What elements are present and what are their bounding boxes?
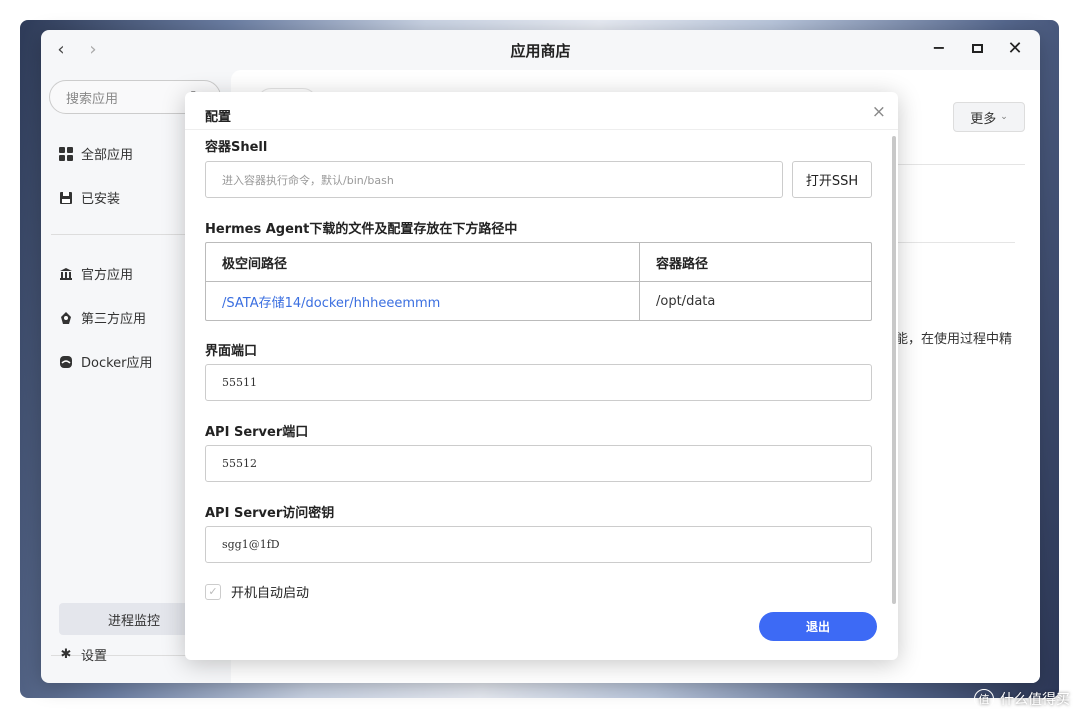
search-placeholder: 搜索应用: [66, 91, 119, 107]
sidebar-item-label: 官方应用: [81, 268, 134, 283]
api-port-label: API Server端口: [205, 425, 309, 440]
close-icon[interactable]: ✕: [1004, 38, 1026, 59]
header-host-path: 极空间路径: [206, 243, 640, 281]
sidebar-item-label: 已安装: [81, 192, 121, 207]
window-title: 应用商店: [510, 41, 571, 60]
description-text: 能，在使用过程中精: [895, 332, 1013, 347]
main-divider: [895, 164, 1025, 165]
shell-command-input[interactable]: 进入容器执行命令，默认/bin/bash: [205, 161, 783, 198]
header-container-path: 容器路径: [656, 256, 709, 272]
watermark-text: 什么值得买: [1000, 692, 1070, 708]
table-row: /SATA存储14/docker/hhheeemmm /opt/data: [206, 282, 871, 321]
bank-icon: [59, 267, 73, 281]
shell-label: 容器Shell: [205, 140, 268, 155]
api-port-input[interactable]: 55512: [205, 445, 872, 482]
more-button[interactable]: 更多 ⌄: [953, 102, 1025, 132]
sidebar-item-label: Docker应用: [81, 356, 153, 371]
forward-icon[interactable]: ›: [83, 39, 103, 60]
sidebar-item-label: 设置: [81, 649, 108, 664]
watermark: 值 什么值得买: [974, 689, 1070, 709]
exit-button[interactable]: 退出: [759, 612, 877, 641]
grid-icon: [59, 146, 73, 161]
autostart-label: 开机自动启动: [231, 586, 310, 601]
dialog-header: 配置 ×: [185, 92, 898, 130]
watermark-logo-icon: 值: [974, 689, 994, 709]
sidebar-item-third-party[interactable]: 第三方应用: [59, 308, 146, 327]
sidebar-item-installed[interactable]: 已安装: [59, 188, 120, 207]
gear-icon: ✱: [60, 647, 72, 662]
chevron-down-icon: ⌄: [1000, 112, 1008, 122]
more-label: 更多: [970, 111, 997, 127]
autostart-checkbox[interactable]: ✓: [205, 583, 221, 600]
ui-port-input[interactable]: 55511: [205, 364, 872, 401]
dialog-scrollbar[interactable]: [892, 136, 896, 604]
ui-port-label: 界面端口: [205, 344, 258, 359]
docker-icon: [59, 355, 73, 369]
autostart-row[interactable]: ✓ 开机自动启动: [205, 582, 309, 601]
dialog-title: 配置: [205, 110, 232, 125]
storage-label: Hermes Agent下载的文件及配置存放在下方路径中: [205, 222, 518, 237]
sidebar-item-settings[interactable]: ✱ 设置: [59, 645, 107, 664]
open-ssh-button[interactable]: 打开SSH: [792, 161, 872, 198]
sidebar-item-all-apps[interactable]: 全部应用: [59, 144, 133, 163]
back-icon[interactable]: ‹: [51, 39, 71, 60]
save-icon: [59, 191, 73, 205]
maximize-icon[interactable]: [966, 38, 988, 57]
close-icon[interactable]: ×: [872, 102, 886, 122]
sidebar-item-official[interactable]: 官方应用: [59, 264, 133, 283]
host-path-link[interactable]: /SATA存储14/docker/hhheeemmm: [206, 282, 640, 321]
badge-icon: [59, 311, 73, 325]
container-path: /opt/data: [656, 294, 716, 309]
title-bar: ‹ › 应用商店 − ✕: [41, 30, 1040, 70]
table-header-row: 极空间路径 容器路径: [206, 243, 871, 282]
sidebar-item-label: 全部应用: [81, 148, 134, 163]
path-table: 极空间路径 容器路径 /SATA存储14/docker/hhheeemmm /o…: [205, 242, 872, 321]
config-dialog: 配置 × 容器Shell 进入容器执行命令，默认/bin/bash 打开SSH …: [185, 92, 898, 660]
api-key-input[interactable]: sgg1@1fD: [205, 526, 872, 563]
api-key-label: API Server访问密钥: [205, 506, 335, 521]
main-divider: [895, 242, 1015, 243]
sidebar-item-docker[interactable]: Docker应用: [59, 352, 153, 371]
minimize-icon[interactable]: −: [928, 38, 950, 57]
sidebar-item-label: 第三方应用: [81, 312, 147, 327]
